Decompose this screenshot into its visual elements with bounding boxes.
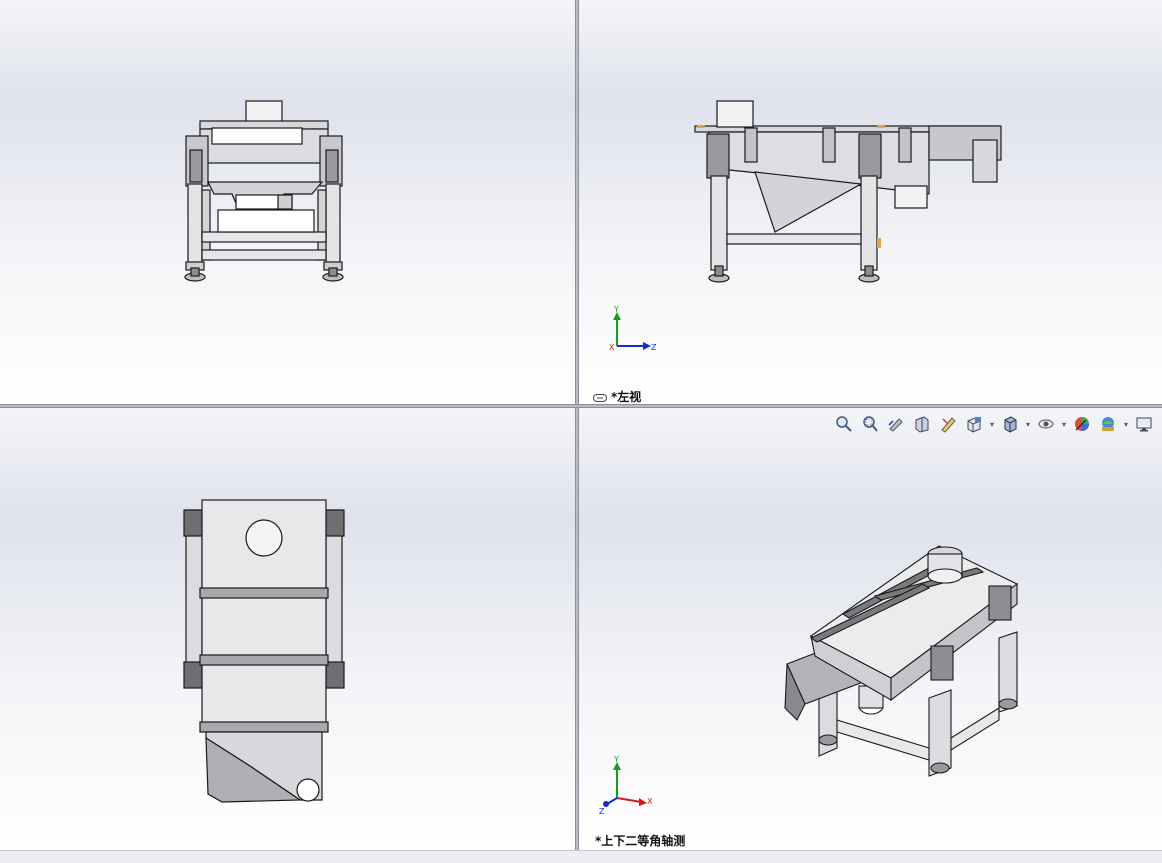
model-isometric-view	[784, 545, 1019, 777]
model-left-view	[694, 100, 1002, 283]
view-name-left: *左视	[611, 390, 642, 404]
viewport-splitter-vertical[interactable]	[575, 0, 579, 850]
viewport-left[interactable]: Y Z X *左视	[579, 0, 1162, 404]
viewport-isometric[interactable]: ▾ ▾ ▾ ▾ Y X Z *上下二等角轴测	[579, 408, 1162, 850]
model-top-view	[183, 499, 345, 803]
triad-x-label: X	[609, 343, 615, 352]
viewport-top[interactable]	[0, 408, 575, 850]
triad-y-label: Y	[613, 305, 619, 314]
triad-y-label: Y	[613, 755, 619, 764]
link-icon	[593, 393, 607, 402]
model-front-view	[184, 100, 344, 282]
triad-z-label: Z	[599, 807, 605, 816]
view-name-iso: *上下二等角轴测	[595, 834, 686, 848]
viewport-front[interactable]	[0, 0, 575, 404]
viewport-splitter-horizontal[interactable]	[0, 404, 1162, 408]
viewport-label-left: *左视	[593, 388, 641, 404]
viewport-label-iso: *上下二等角轴测	[595, 832, 685, 849]
triad-z-label: Z	[651, 343, 657, 352]
triad-x-label: X	[647, 797, 653, 806]
status-bar	[0, 850, 1162, 863]
triad-x-axis	[616, 797, 642, 803]
coordinate-triad: Y X Z	[599, 755, 653, 816]
coordinate-triad: Y Z X	[609, 305, 657, 352]
